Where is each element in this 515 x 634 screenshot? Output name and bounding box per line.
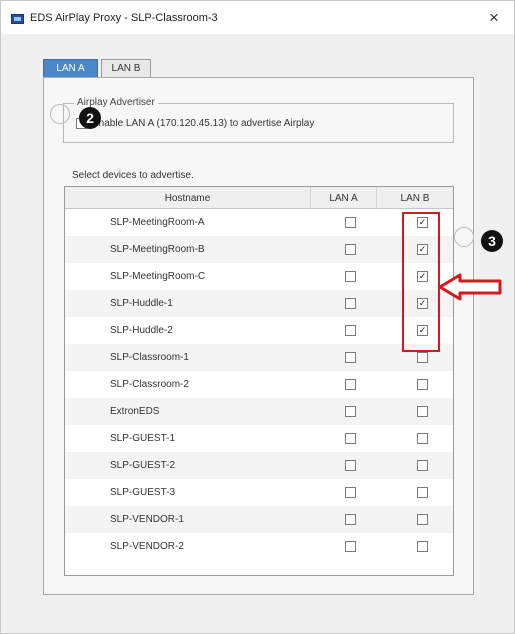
hostname-cell: SLP-GUEST-1 xyxy=(110,433,176,444)
lan-b-checkbox[interactable] xyxy=(417,433,428,444)
close-button[interactable]: × xyxy=(474,1,514,34)
table-header: Hostname LAN A LAN B xyxy=(65,187,453,209)
lan-a-checkbox[interactable] xyxy=(345,460,356,471)
table-row[interactable]: SLP-GUEST-3 xyxy=(65,479,453,506)
table-row[interactable]: SLP-Classroom-2 xyxy=(65,371,453,398)
lan-b-highlight-box xyxy=(402,212,440,352)
airplay-advertiser-group: Airplay Advertiser Enable LAN A (170.120… xyxy=(63,97,454,143)
tab-lan-b[interactable]: LAN B xyxy=(101,59,151,77)
hostname-cell: SLP-VENDOR-1 xyxy=(110,514,184,525)
table-row[interactable]: SLP-Huddle-1 ✓ xyxy=(65,290,453,317)
lan-a-checkbox[interactable] xyxy=(345,514,356,525)
tab-lan-a[interactable]: LAN A xyxy=(43,59,98,77)
ghost-circle-icon xyxy=(50,104,70,124)
column-header-hostname[interactable]: Hostname xyxy=(65,187,311,209)
table-row[interactable]: SLP-Huddle-2 ✓ xyxy=(65,317,453,344)
lan-b-checkbox[interactable] xyxy=(417,541,428,552)
step-2-badge: 2 xyxy=(79,107,101,129)
left-arrow-icon xyxy=(438,273,502,301)
device-table: Hostname LAN A LAN B SLP-MeetingRoom-A ✓ S… xyxy=(64,186,454,576)
lan-a-checkbox[interactable] xyxy=(345,298,356,309)
hostname-cell: SLP-Huddle-2 xyxy=(110,325,173,336)
table-row[interactable]: SLP-MeetingRoom-B ✓ xyxy=(65,236,453,263)
table-row[interactable]: SLP-MeetingRoom-A ✓ xyxy=(65,209,453,236)
lan-b-checkbox[interactable] xyxy=(417,406,428,417)
app-icon xyxy=(11,14,24,24)
lan-a-checkbox[interactable] xyxy=(345,325,356,336)
lan-b-checkbox[interactable] xyxy=(417,487,428,498)
hostname-cell: SLP-Classroom-1 xyxy=(110,352,189,363)
lan-a-checkbox[interactable] xyxy=(345,271,356,282)
enable-advertise-label: Enable LAN A (170.120.45.13) to advertis… xyxy=(92,118,315,129)
hostname-cell: SLP-Classroom-2 xyxy=(110,379,189,390)
column-header-lan-a[interactable]: LAN A xyxy=(311,187,377,209)
lan-b-checkbox[interactable] xyxy=(417,514,428,525)
table-row[interactable]: ExtronEDS xyxy=(65,398,453,425)
table-row[interactable]: SLP-GUEST-2 xyxy=(65,452,453,479)
hostname-cell: SLP-GUEST-3 xyxy=(110,487,176,498)
window-title: EDS AirPlay Proxy - SLP-Classroom-3 xyxy=(30,12,218,24)
title-bar: EDS AirPlay Proxy - SLP-Classroom-3 × xyxy=(1,1,514,34)
hostname-cell: SLP-VENDOR-2 xyxy=(110,541,184,552)
table-row[interactable]: SLP-MeetingRoom-C ✓ xyxy=(65,263,453,290)
hostname-cell: SLP-MeetingRoom-C xyxy=(110,271,206,282)
lan-a-checkbox[interactable] xyxy=(345,487,356,498)
lan-a-checkbox[interactable] xyxy=(345,541,356,552)
table-row[interactable]: SLP-VENDOR-2 xyxy=(65,533,453,560)
lan-a-checkbox[interactable] xyxy=(345,244,356,255)
lan-a-checkbox[interactable] xyxy=(345,379,356,390)
step-3-badge: 3 xyxy=(481,230,503,252)
select-devices-label: Select devices to advertise. xyxy=(72,170,194,181)
lan-a-checkbox[interactable] xyxy=(345,352,356,363)
hostname-cell: SLP-GUEST-2 xyxy=(110,460,176,471)
hostname-cell: SLP-MeetingRoom-A xyxy=(110,217,205,228)
lan-b-checkbox[interactable] xyxy=(417,379,428,390)
advertise-row: Enable LAN A (170.120.45.13) to advertis… xyxy=(76,118,314,129)
lan-b-checkbox[interactable] xyxy=(417,460,428,471)
table-row[interactable]: SLP-Classroom-1 xyxy=(65,344,453,371)
ghost-circle-icon xyxy=(454,227,474,247)
lan-a-checkbox[interactable] xyxy=(345,217,356,228)
hostname-cell: ExtronEDS xyxy=(110,406,160,417)
dialog-window: EDS AirPlay Proxy - SLP-Classroom-3 × LA… xyxy=(0,0,515,634)
table-row[interactable]: SLP-GUEST-1 xyxy=(65,425,453,452)
lan-b-checkbox[interactable] xyxy=(417,352,428,363)
column-header-lan-b[interactable]: LAN B xyxy=(377,187,453,209)
hostname-cell: SLP-MeetingRoom-B xyxy=(110,244,205,255)
lan-a-checkbox[interactable] xyxy=(345,433,356,444)
lan-a-checkbox[interactable] xyxy=(345,406,356,417)
table-row[interactable]: SLP-VENDOR-1 xyxy=(65,506,453,533)
hostname-cell: SLP-Huddle-1 xyxy=(110,298,173,309)
